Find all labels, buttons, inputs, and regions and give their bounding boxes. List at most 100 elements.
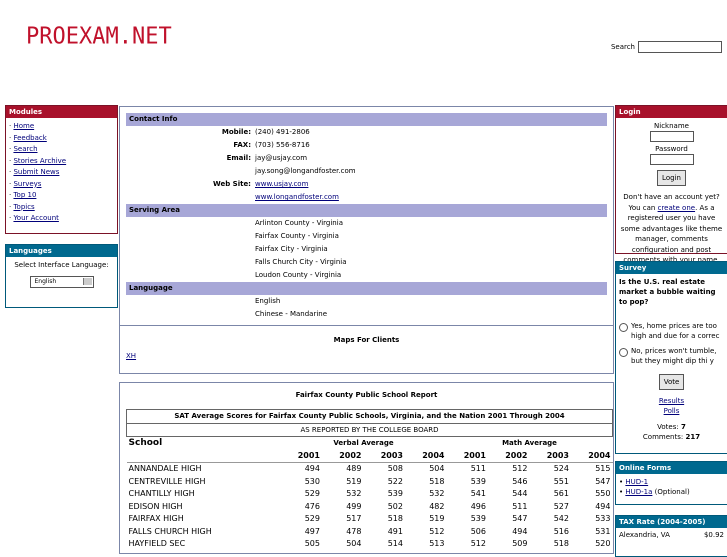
tax-rate-value: $0.92 (703, 531, 724, 539)
web-row-2: www.longandfoster.com (126, 191, 607, 204)
module-link-your-account[interactable]: Your Account (13, 214, 58, 222)
score-cell: 547 (595, 476, 611, 486)
score-cell: 513 (429, 539, 445, 548)
module-link-search[interactable]: Search (13, 145, 37, 153)
area-item: Fairfax County - Virginia (255, 232, 339, 240)
score-cell: 519 (429, 514, 445, 523)
form-item: • HUD-1 (619, 478, 649, 486)
hud-1-link[interactable]: HUD-1 (625, 478, 648, 486)
survey-option[interactable]: Yes, home prices are too high and due fo… (619, 321, 724, 341)
score-cell: 544 (512, 489, 528, 498)
score-cell: 512 (429, 526, 445, 536)
create-account-link[interactable]: create one (658, 204, 695, 212)
module-item-feedback: · Feedback (9, 133, 47, 142)
language-select[interactable]: English (29, 276, 94, 288)
login-button[interactable]: Login (657, 170, 686, 186)
area-row: Fairfax County - Virginia (126, 230, 607, 243)
score-cell: 546 (512, 476, 528, 486)
vote-button[interactable]: Vote (658, 374, 685, 390)
score-cell: 497 (304, 526, 320, 536)
module-link-stories-archive[interactable]: Stories Archive (13, 157, 66, 165)
year-header: 2001 (463, 450, 486, 460)
module-link-submit-news[interactable]: Submit News (13, 168, 59, 176)
maps-title: Maps For Clients (333, 336, 400, 344)
password-label: Password (655, 145, 688, 153)
module-item-top-10: · Top 10 (9, 191, 37, 199)
table-row: CENTREVILLE HIGH 530 519 522 518 539 546 551 547 (127, 476, 613, 489)
survey-option[interactable]: No, prices won't tumble, but they might … (619, 346, 724, 366)
area-item: Falls Church City - Virginia (255, 258, 347, 266)
score-cell: 529 (304, 489, 320, 498)
contact-info-header: Contact Info (126, 113, 607, 126)
score-cell: 476 (304, 501, 320, 511)
school-header: School (128, 438, 163, 448)
school-name: CENTREVILLE HIGH (128, 476, 206, 486)
score-cell: 541 (470, 489, 486, 498)
score-cell: 494 (595, 501, 611, 511)
school-name: FAIRFAX HIGH (128, 514, 184, 523)
score-cell: 551 (553, 476, 569, 486)
radio-button[interactable] (619, 323, 628, 332)
score-cell: 539 (470, 514, 486, 523)
table-row: CHANTILLY HIGH 529 532 539 532 541 544 561 550 (127, 488, 613, 501)
score-cell: 512 (512, 464, 528, 473)
module-link-feedback[interactable]: Feedback (13, 134, 46, 142)
search-label: Search (610, 43, 635, 51)
search-input[interactable] (638, 41, 722, 53)
language-item: Chinese - Mandarine (255, 310, 328, 318)
fax-label: FAX: (233, 141, 251, 149)
language-row: English (126, 295, 607, 308)
score-cell: 511 (512, 501, 528, 511)
login-title: Login (616, 106, 727, 118)
score-cell: 504 (346, 539, 362, 548)
web-row: Web Site: www.usjay.com (126, 178, 607, 191)
polls-link[interactable]: Polls (664, 407, 680, 415)
modules-title: Modules (6, 106, 117, 118)
score-cell: 511 (470, 464, 486, 473)
module-link-topics[interactable]: Topics (13, 203, 34, 211)
module-item-stories-archive: · Stories Archive (9, 156, 67, 165)
score-cell: 496 (470, 501, 486, 511)
web-label: Web Site: (212, 180, 251, 188)
web-link[interactable]: www.usjay.com (255, 178, 308, 191)
score-cell: 524 (553, 464, 569, 473)
hud-1a-link[interactable]: HUD-1a (625, 488, 652, 496)
score-cell: 508 (387, 464, 403, 473)
score-cell: 518 (429, 476, 445, 486)
module-item-home: · Home (9, 122, 35, 130)
web-link-2[interactable]: www.longandfoster.com (255, 191, 339, 204)
score-cell: 504 (429, 464, 445, 473)
contact-panel: Contact Info Mobile: (240) 491-2806 FAX: (… (119, 106, 614, 374)
score-cell: 518 (553, 539, 569, 548)
register-text: Don't have an account yet? You can creat… (620, 193, 723, 264)
table-row: ANNANDALE HIGH 494 489 508 504 511 512 524 515 (127, 463, 613, 476)
password-input[interactable] (649, 154, 694, 165)
module-link-surveys[interactable]: Surveys (13, 180, 41, 188)
year-header: 2003 (546, 450, 569, 460)
year-header: 2002 (505, 450, 528, 460)
survey-block: Survey Is the U.S. real estate market a … (615, 261, 727, 454)
school-name: FALLS CHURCH HIGH (128, 526, 212, 536)
language-row: Chinese - Mandarine (126, 308, 607, 321)
maps-link-xh[interactable]: XH (126, 352, 136, 360)
area-item: Fairfax City - Virginia (255, 245, 328, 253)
tax-rate-block: TAX Rate (2004-2005) Alexandria, VA $0.9… (615, 515, 727, 557)
score-cell: 489 (346, 464, 362, 473)
score-cell: 494 (512, 526, 528, 536)
module-link-top-10[interactable]: Top 10 (13, 191, 36, 199)
nickname-input[interactable] (649, 131, 694, 142)
score-cell: 529 (304, 514, 320, 523)
radio-button[interactable] (619, 348, 628, 357)
module-item-topics: · Topics (9, 202, 35, 211)
results-link[interactable]: Results (659, 397, 684, 405)
year-header: 2004 (422, 450, 445, 460)
score-cell: 517 (346, 514, 362, 523)
school-name: HAYFIELD SEC (128, 539, 186, 548)
module-item-surveys: · Surveys (9, 179, 42, 188)
form-item: • HUD-1a (Optional) (619, 488, 690, 496)
online-forms-title: Online Forms (616, 462, 727, 474)
year-header: 2004 (588, 450, 611, 460)
module-link-home[interactable]: Home (13, 122, 34, 130)
site-logo[interactable]: PROEXAM.NET (26, 23, 172, 49)
score-cell: 542 (553, 514, 569, 523)
